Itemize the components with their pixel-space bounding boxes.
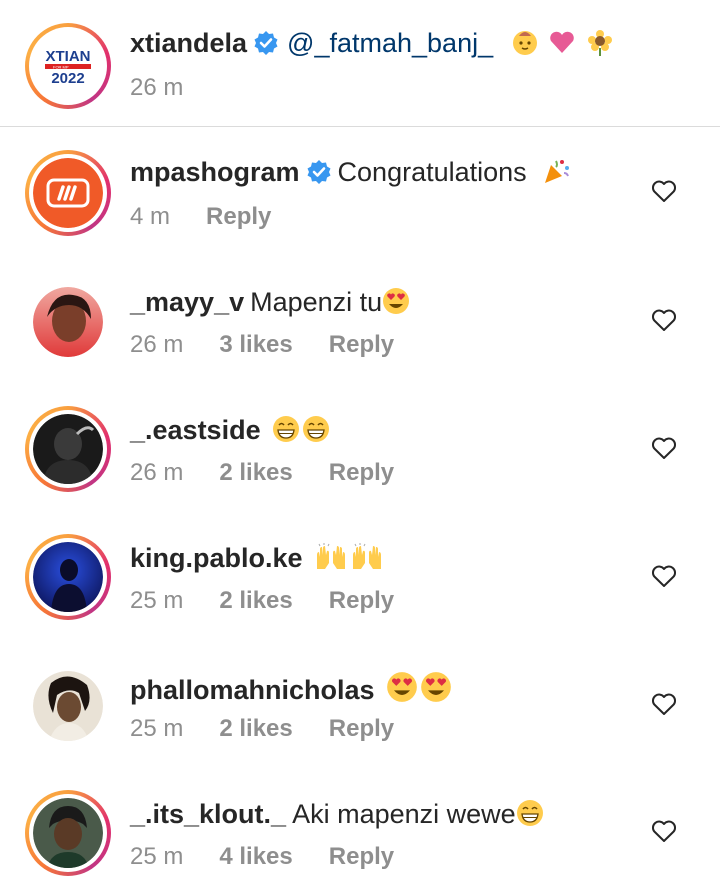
username[interactable]: xtiandela [130,28,247,58]
comment-text: Aki mapenzi wewe [292,799,516,829]
grinning-emoji-icon [303,416,330,442]
comment-time: 4 m [130,203,171,230]
heart-eyes-emoji-icon [383,288,410,314]
avatar-ring[interactable]: XTIAN FOR MP 2022 [25,23,111,109]
avatar-ring[interactable] [25,790,111,876]
comment-time: 25 m [130,587,184,614]
heart-eyes-emoji-icon [421,672,451,702]
avatar-eastside[interactable] [33,414,103,484]
heart-eyes-emoji-icon [387,672,417,702]
party-popper-emoji-icon [545,160,570,183]
grinning-emoji-icon [516,800,543,826]
comment-row: king.pablo.ke 25 m 2 likes Reply [0,511,720,639]
raising-hands-emoji-icon [353,543,382,569]
verified-badge-icon [307,160,331,184]
likes-count[interactable]: 2 likes [219,459,292,486]
comment-row: _mayy_v Mapenzi tu 26 m 3 likes Reply [0,255,720,383]
reply-button[interactable]: Reply [206,203,271,230]
baby-emoji-icon [512,31,537,55]
logo-text-line3: 2022 [51,70,84,87]
logo-text-line1: XTIAN [46,48,91,65]
likes-count[interactable]: 2 likes [219,715,292,742]
comment-row: _.its_klout._ Aki mapenzi wewe 25 m 4 like… [0,767,720,877]
like-heart-icon[interactable] [651,308,677,332]
like-heart-icon[interactable] [651,436,677,460]
username[interactable]: king.pablo.ke [130,543,303,573]
caption-row: XTIAN FOR MP 2022 xtiandela @_fatmah_banj… [0,0,720,126]
avatar-ring[interactable] [25,406,111,492]
avatar-phallomahnicholas[interactable] [33,671,103,741]
reply-button[interactable]: Reply [329,843,394,870]
username[interactable]: mpashogram [130,157,300,187]
comment-time: 25 m [130,715,184,742]
like-heart-icon[interactable] [651,692,677,716]
comment-time: 26 m [130,331,184,358]
reply-button[interactable]: Reply [329,459,394,486]
like-heart-icon[interactable] [651,819,677,843]
likes-count[interactable]: 4 likes [219,843,292,870]
comment-time: 26 m [130,459,184,486]
comment-row: _.eastside 26 m 2 likes Reply [0,383,720,511]
verified-badge-icon [254,31,278,55]
like-heart-icon[interactable] [651,564,677,588]
comment-time: 26 m [130,74,184,101]
reply-button[interactable]: Reply [329,587,394,614]
avatar-mpashogram[interactable] [33,158,103,228]
username[interactable]: _.its_klout._ [130,799,286,829]
heart-emoji-icon [550,31,574,53]
avatar-ring[interactable] [25,534,111,620]
raising-hands-emoji-icon [317,543,346,569]
username[interactable]: phallomahnicholas [130,675,375,705]
mention-link[interactable]: @_fatmah_banj_ [287,28,493,58]
avatar-king-pablo[interactable] [33,542,103,612]
avatar-ring[interactable] [25,150,111,236]
comment-row: phallomahnicholas 25 m 2 likes Reply [0,639,720,767]
username[interactable]: _mayy_v [130,287,244,317]
like-heart-icon[interactable] [651,179,677,203]
sunflower-emoji-icon [587,30,612,56]
reply-button[interactable]: Reply [329,715,394,742]
logo-text-line2: FOR MP [53,65,69,70]
reply-button[interactable]: Reply [329,331,394,358]
comment-row: mpashogram Congratulations 4 m Reply [0,127,720,255]
avatar-mayy-v[interactable] [33,287,103,357]
comment-text: Congratulations [337,157,527,187]
avatar-xtiandela[interactable]: XTIAN FOR MP 2022 [33,31,103,101]
username[interactable]: _.eastside [130,415,261,445]
likes-count[interactable]: 3 likes [219,331,292,358]
avatar-its-klout[interactable] [33,798,103,868]
comment-time: 25 m [130,843,184,870]
likes-count[interactable]: 2 likes [219,587,292,614]
grinning-emoji-icon [273,416,300,442]
comment-text: Mapenzi tu [250,287,383,317]
